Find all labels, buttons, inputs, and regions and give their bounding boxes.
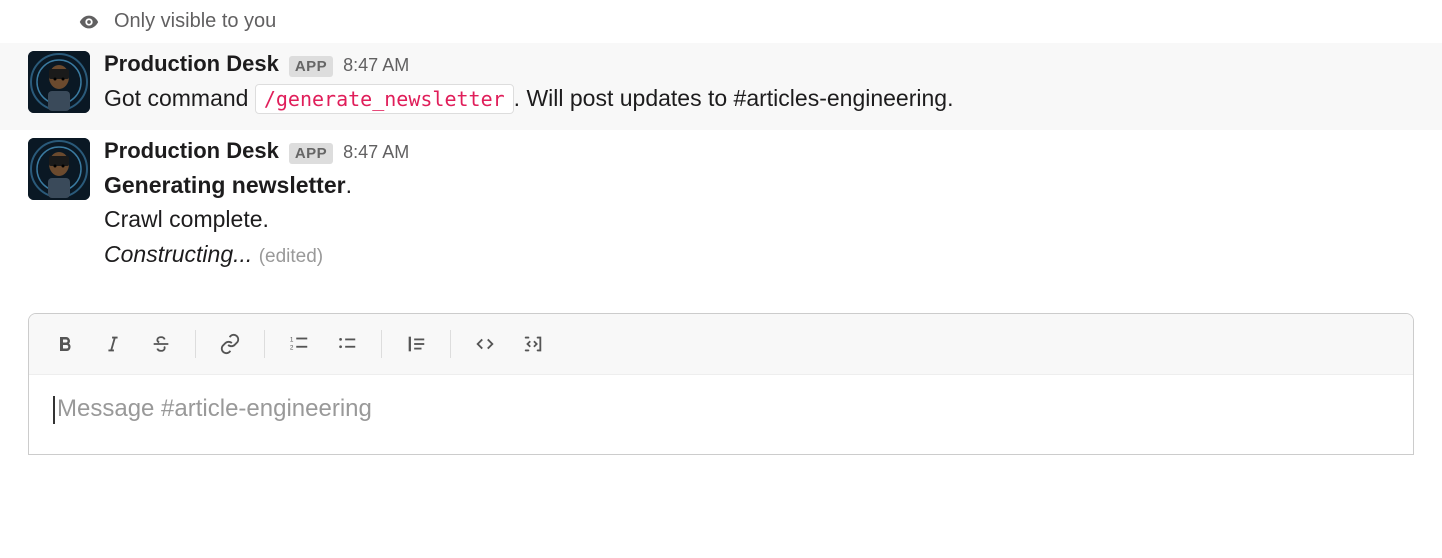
- sender-name[interactable]: Production Desk: [104, 51, 279, 77]
- app-badge: APP: [289, 143, 333, 164]
- code-block-button[interactable]: [511, 324, 555, 364]
- strikethrough-button[interactable]: [139, 324, 183, 364]
- body-prefix: Got command: [104, 85, 255, 111]
- line1-tail: .: [346, 172, 352, 198]
- italic-button[interactable]: [91, 324, 135, 364]
- text-cursor: [53, 396, 55, 424]
- message-line-2: Crawl complete.: [104, 202, 1414, 237]
- bullet-list-button[interactable]: [325, 324, 369, 364]
- bold-text: Generating newsletter: [104, 172, 346, 198]
- svg-text:1: 1: [290, 336, 294, 343]
- avatar[interactable]: [28, 51, 90, 113]
- code-inline: /generate_newsletter: [255, 84, 514, 114]
- slack-channel-view: Only visible to you Production Desk APP …: [0, 0, 1442, 455]
- visibility-notice: Only visible to you: [0, 0, 1442, 43]
- toolbar-divider: [381, 330, 382, 358]
- message-composer: 12 Message #article-engineering: [28, 313, 1414, 455]
- message-ephemeral: Production Desk APP 8:47 AM Got command …: [0, 43, 1442, 130]
- body-suffix: . Will post updates to #articles-enginee…: [514, 85, 954, 111]
- message-body: Generating newsletter. Crawl complete. C…: [104, 168, 1414, 272]
- sender-name[interactable]: Production Desk: [104, 138, 279, 164]
- message-content: Production Desk APP 8:47 AM Got command …: [104, 51, 1414, 116]
- message-line-1: Generating newsletter.: [104, 168, 1414, 203]
- blockquote-button[interactable]: [394, 324, 438, 364]
- composer-toolbar: 12: [29, 314, 1413, 375]
- avatar[interactable]: [28, 138, 90, 200]
- toolbar-divider: [264, 330, 265, 358]
- timestamp[interactable]: 8:47 AM: [343, 142, 409, 163]
- edited-tag: (edited): [259, 246, 323, 267]
- eye-icon: [78, 11, 100, 33]
- message-header: Production Desk APP 8:47 AM: [104, 51, 1414, 77]
- toolbar-divider: [195, 330, 196, 358]
- message-body: Got command /generate_newsletter. Will p…: [104, 81, 1414, 116]
- message-input[interactable]: Message #article-engineering: [29, 375, 1413, 454]
- message-line-3: Constructing... (edited): [104, 237, 1414, 272]
- code-button[interactable]: [463, 324, 507, 364]
- svg-text:2: 2: [290, 345, 294, 352]
- message-content: Production Desk APP 8:47 AM Generating n…: [104, 138, 1414, 272]
- visibility-text: Only visible to you: [114, 10, 276, 33]
- timestamp[interactable]: 8:47 AM: [343, 55, 409, 76]
- italic-text: Constructing...: [104, 241, 252, 267]
- message-row: Production Desk APP 8:47 AM Generating n…: [0, 130, 1442, 286]
- placeholder-text: Message #article-engineering: [57, 395, 372, 422]
- bold-button[interactable]: [43, 324, 87, 364]
- app-badge: APP: [289, 56, 333, 77]
- ordered-list-button[interactable]: 12: [277, 324, 321, 364]
- toolbar-divider: [450, 330, 451, 358]
- link-button[interactable]: [208, 324, 252, 364]
- message-header: Production Desk APP 8:47 AM: [104, 138, 1414, 164]
